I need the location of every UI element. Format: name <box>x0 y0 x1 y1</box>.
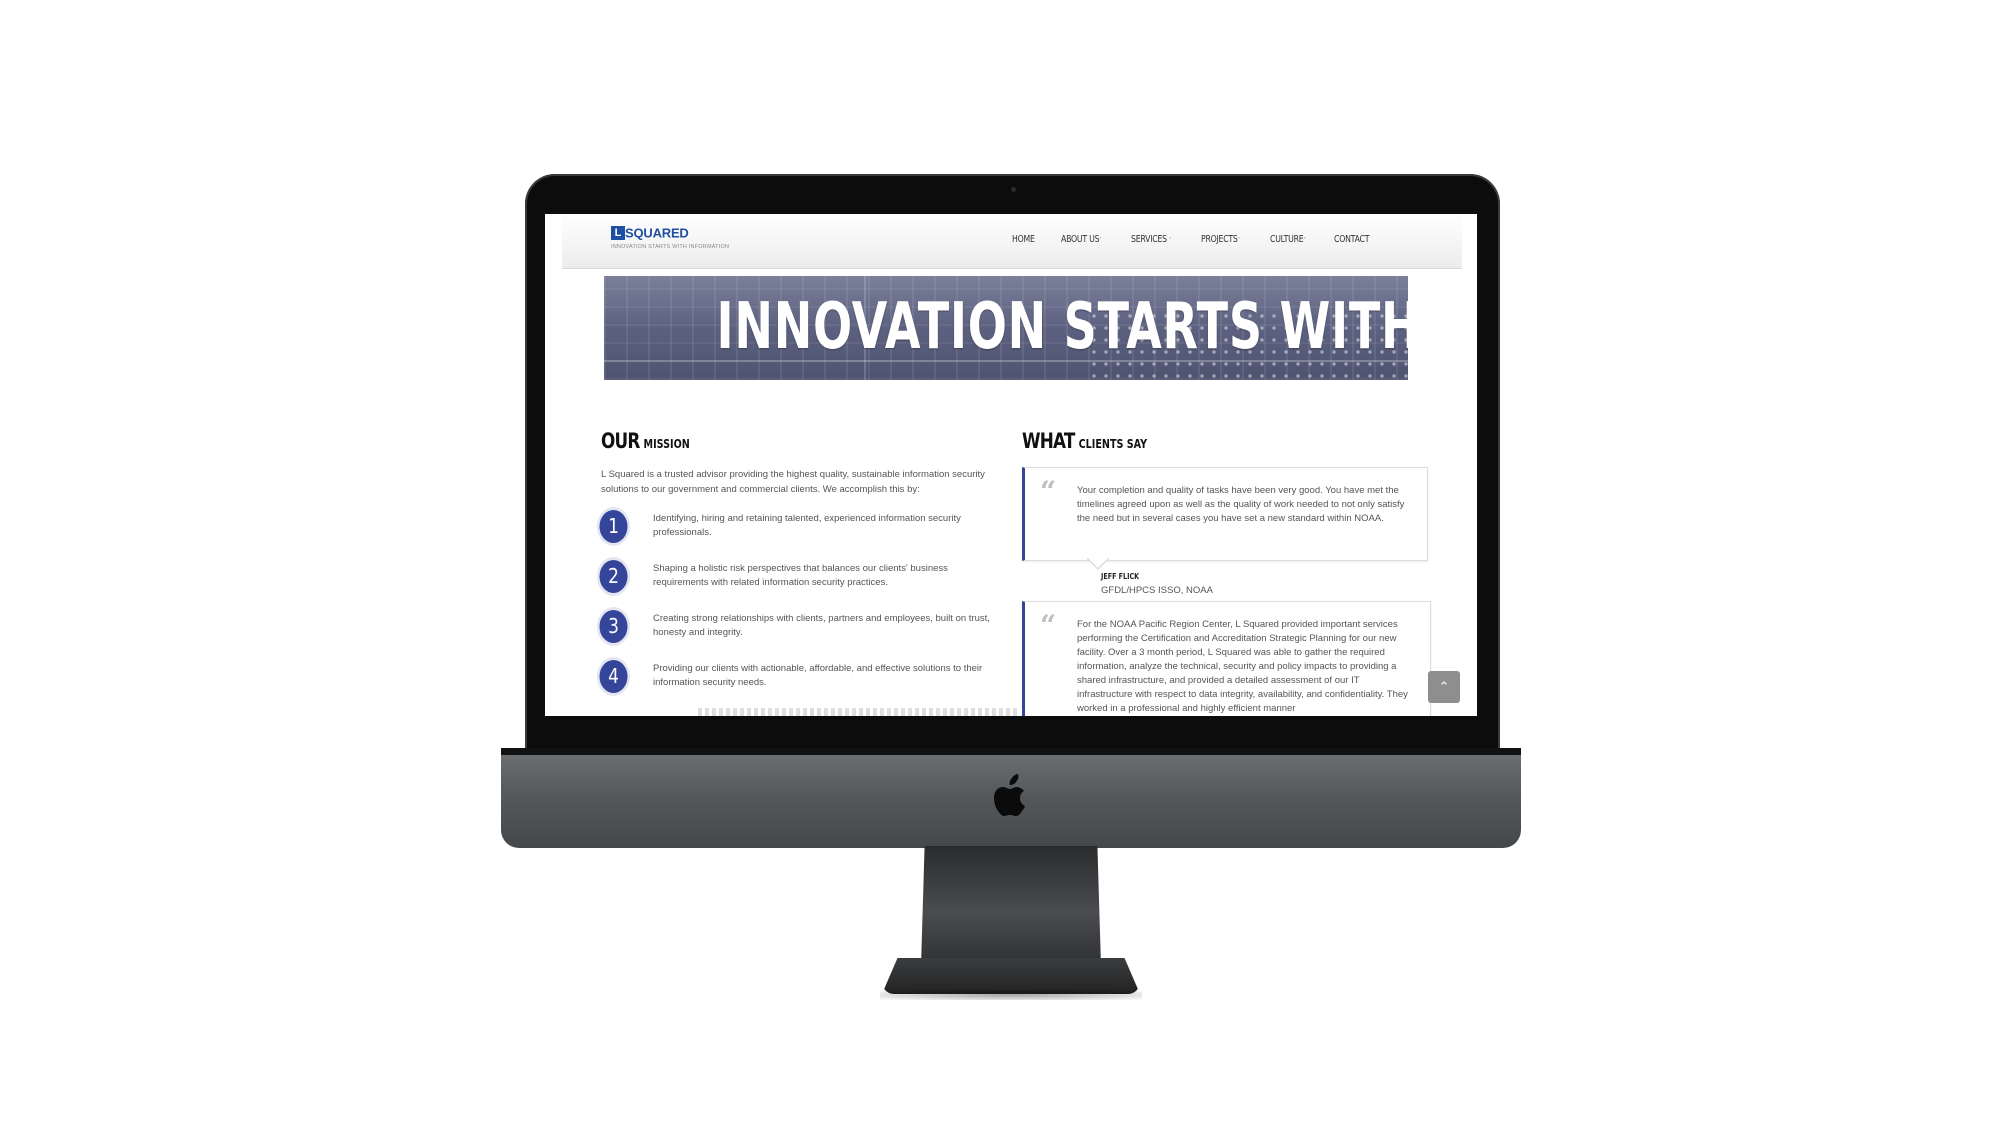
testimonial-pointer-inner <box>1087 557 1109 568</box>
banner-headline: INNOVATION STARTS WITH INFORMATION <box>716 290 1408 364</box>
mission-heading-big: OUR <box>601 429 640 453</box>
nav-label: CONTACT <box>1334 234 1370 245</box>
top-navbar: L SQUARED INNOVATION STARTS WITH INFORMAT… <box>562 214 1462 269</box>
site-logo[interactable]: L SQUARED INNOVATION STARTS WITH INFORMAT… <box>611 224 729 250</box>
logo-tagline: INNOVATION STARTS WITH INFORMATION <box>611 244 730 250</box>
step-text: Shaping a holistic risk perspectives tha… <box>653 563 948 588</box>
chevron-down-icon: ˅ <box>1237 237 1241 244</box>
nav-label: CULTURE <box>1269 234 1304 245</box>
testimonial-text: For the NOAA Pacific Region Center, L Sq… <box>1077 619 1408 714</box>
quote-icon: “ <box>1040 609 1057 642</box>
list-item: 1 Identifying, hiring and retaining tale… <box>597 510 997 560</box>
quote-icon: “ <box>1040 475 1057 508</box>
testimonial-card: “ Your completion and quality of tasks h… <box>1022 467 1428 561</box>
testimonial-text: Your completion and quality of tasks hav… <box>1077 485 1405 524</box>
nav-item-culture[interactable]: CULTURE˅ <box>1270 234 1306 245</box>
list-item: 3 Creating strong relationships with cli… <box>597 610 997 660</box>
nav-item-projects[interactable]: PROJECTS˅ <box>1201 234 1240 245</box>
imac-stand-shadow <box>880 990 1142 1000</box>
clients-heading-big: WHAT <box>1022 429 1075 453</box>
nav-item-about-us[interactable]: ABOUT US˅ <box>1061 234 1102 245</box>
apple-logo-icon <box>994 774 1025 816</box>
cut-off-text <box>698 708 1018 716</box>
testimonial-card: “ For the NOAA Pacific Region Center, L … <box>1022 601 1431 716</box>
step-number-badge: 4 <box>599 660 628 693</box>
testimonial-role: GFDL/HPCS ISSO, NOAA <box>1101 585 1213 596</box>
logo-mark: L <box>611 225 625 240</box>
imac-stand-neck <box>921 846 1101 966</box>
chevron-up-icon: ⌃ <box>1438 679 1450 694</box>
camera-dot <box>1011 187 1016 192</box>
main-nav: HOME ABOUT US˅ SERVICES ˅ PROJECTS˅ CULT… <box>1012 234 1398 245</box>
logo-wordmark: SQUARED <box>625 225 689 241</box>
chevron-down-icon: ˅ <box>1169 237 1172 244</box>
mission-intro: L Squared is a trusted advisor providing… <box>601 469 985 495</box>
nav-item-services[interactable]: SERVICES ˅ <box>1131 234 1172 245</box>
nav-label: ABOUT US <box>1060 234 1100 245</box>
step-text: Creating strong relationships with clien… <box>653 613 990 638</box>
step-number-badge: 2 <box>599 560 628 593</box>
nav-label: PROJECTS <box>1201 234 1238 245</box>
list-item: 4 Providing our clients with actionable,… <box>597 660 997 710</box>
hero-banner: INNOVATION STARTS WITH INFORMATION <box>604 276 1408 380</box>
nav-item-contact[interactable]: CONTACT <box>1334 234 1369 245</box>
mission-heading-small: MISSION <box>643 437 690 451</box>
step-number-badge: 3 <box>599 610 628 643</box>
list-item: 2 Shaping a holistic risk perspectives t… <box>597 560 997 610</box>
testimonial-author: JEFF FLICK <box>1101 572 1140 581</box>
clients-heading-small: CLIENTS SAY <box>1078 437 1148 451</box>
mission-steps: 1 Identifying, hiring and retaining tale… <box>597 510 997 710</box>
nav-label: SERVICES <box>1131 234 1167 245</box>
imac-stand-foot <box>882 958 1140 994</box>
chevron-down-icon: ˅ <box>1098 237 1102 244</box>
step-text: Identifying, hiring and retaining talent… <box>653 513 961 538</box>
step-number-badge: 1 <box>599 510 628 543</box>
mission-heading: OUR MISSION <box>601 429 690 453</box>
nav-item-home[interactable]: HOME <box>1012 234 1035 245</box>
scroll-to-top-button[interactable]: ⌃ <box>1428 671 1460 703</box>
website-screen: L SQUARED INNOVATION STARTS WITH INFORMAT… <box>545 214 1477 716</box>
step-text: Providing our clients with actionable, a… <box>653 663 983 688</box>
chevron-down-icon: ˅ <box>1303 237 1306 244</box>
nav-label: HOME <box>1012 234 1035 245</box>
clients-heading: WHAT CLIENTS SAY <box>1022 429 1147 453</box>
